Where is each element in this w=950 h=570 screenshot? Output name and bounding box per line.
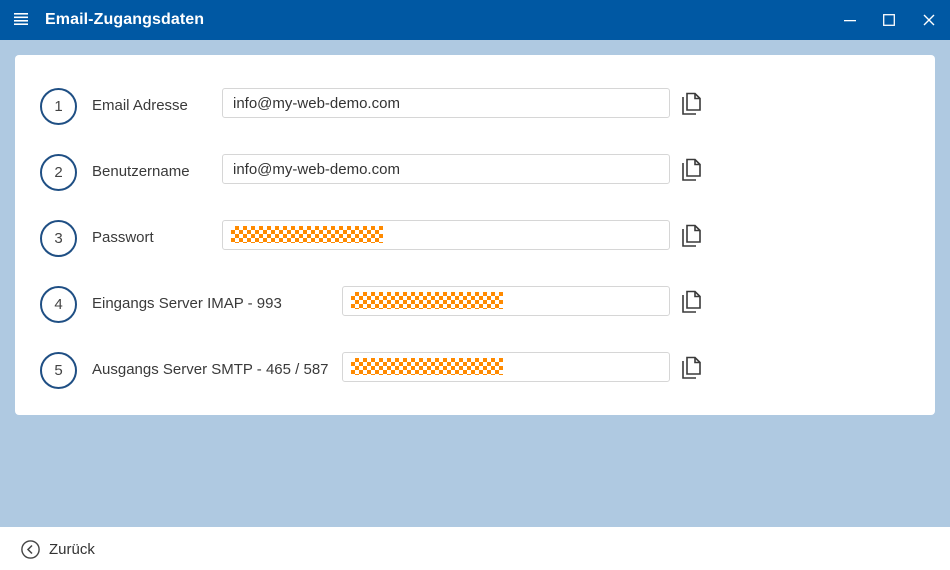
username-label: Benutzername [92,163,190,180]
redacted-value [231,226,383,243]
credential-row-password: 3 Passwort [15,219,935,259]
back-button[interactable]: Zurück [21,540,95,559]
username-field[interactable]: info@my-web-demo.com [222,154,670,184]
step-number: 2 [40,154,77,191]
copy-password-icon[interactable] [680,224,702,248]
smtp-server-label: Ausgangs Server SMTP - 465 / 587 [92,361,329,378]
back-arrow-icon [21,540,40,559]
copy-imap-icon[interactable] [680,290,702,314]
step-number: 4 [40,286,77,323]
smtp-server-field[interactable] [342,352,670,382]
maximize-button[interactable] [877,8,901,32]
window-title: Email-Zugangsdaten [45,11,205,28]
step-number: 1 [40,88,77,125]
minimize-button[interactable] [838,8,862,32]
credential-row-imap: 4 Eingangs Server IMAP - 993 [15,285,935,325]
email-field[interactable]: info@my-web-demo.com [222,88,670,118]
copy-email-icon[interactable] [680,92,702,116]
redacted-value [351,358,503,375]
step-number: 5 [40,352,77,389]
email-label: Email Adresse [92,97,188,114]
credential-row-smtp: 5 Ausgangs Server SMTP - 465 / 587 [15,351,935,391]
credentials-card: 1 Email Adresse info@my-web-demo.com 2 B… [15,55,935,415]
minimize-icon [844,20,856,22]
password-label: Passwort [92,229,154,246]
close-icon [923,14,935,26]
imap-server-field[interactable] [342,286,670,316]
footer-bar: Zurück [0,527,950,570]
maximize-icon [883,14,895,26]
credential-row-username: 2 Benutzername info@my-web-demo.com [15,153,935,193]
imap-server-label: Eingangs Server IMAP - 993 [92,295,282,312]
step-number: 3 [40,220,77,257]
credential-row-email: 1 Email Adresse info@my-web-demo.com [15,87,935,127]
close-button[interactable] [917,8,941,32]
password-field[interactable] [222,220,670,250]
title-bar: Email-Zugangsdaten [0,0,950,40]
copy-smtp-icon[interactable] [680,356,702,380]
redacted-value [351,292,503,309]
copy-username-icon[interactable] [680,158,702,182]
hamburger-menu-icon[interactable] [14,13,28,25]
back-label: Zurück [49,541,95,558]
